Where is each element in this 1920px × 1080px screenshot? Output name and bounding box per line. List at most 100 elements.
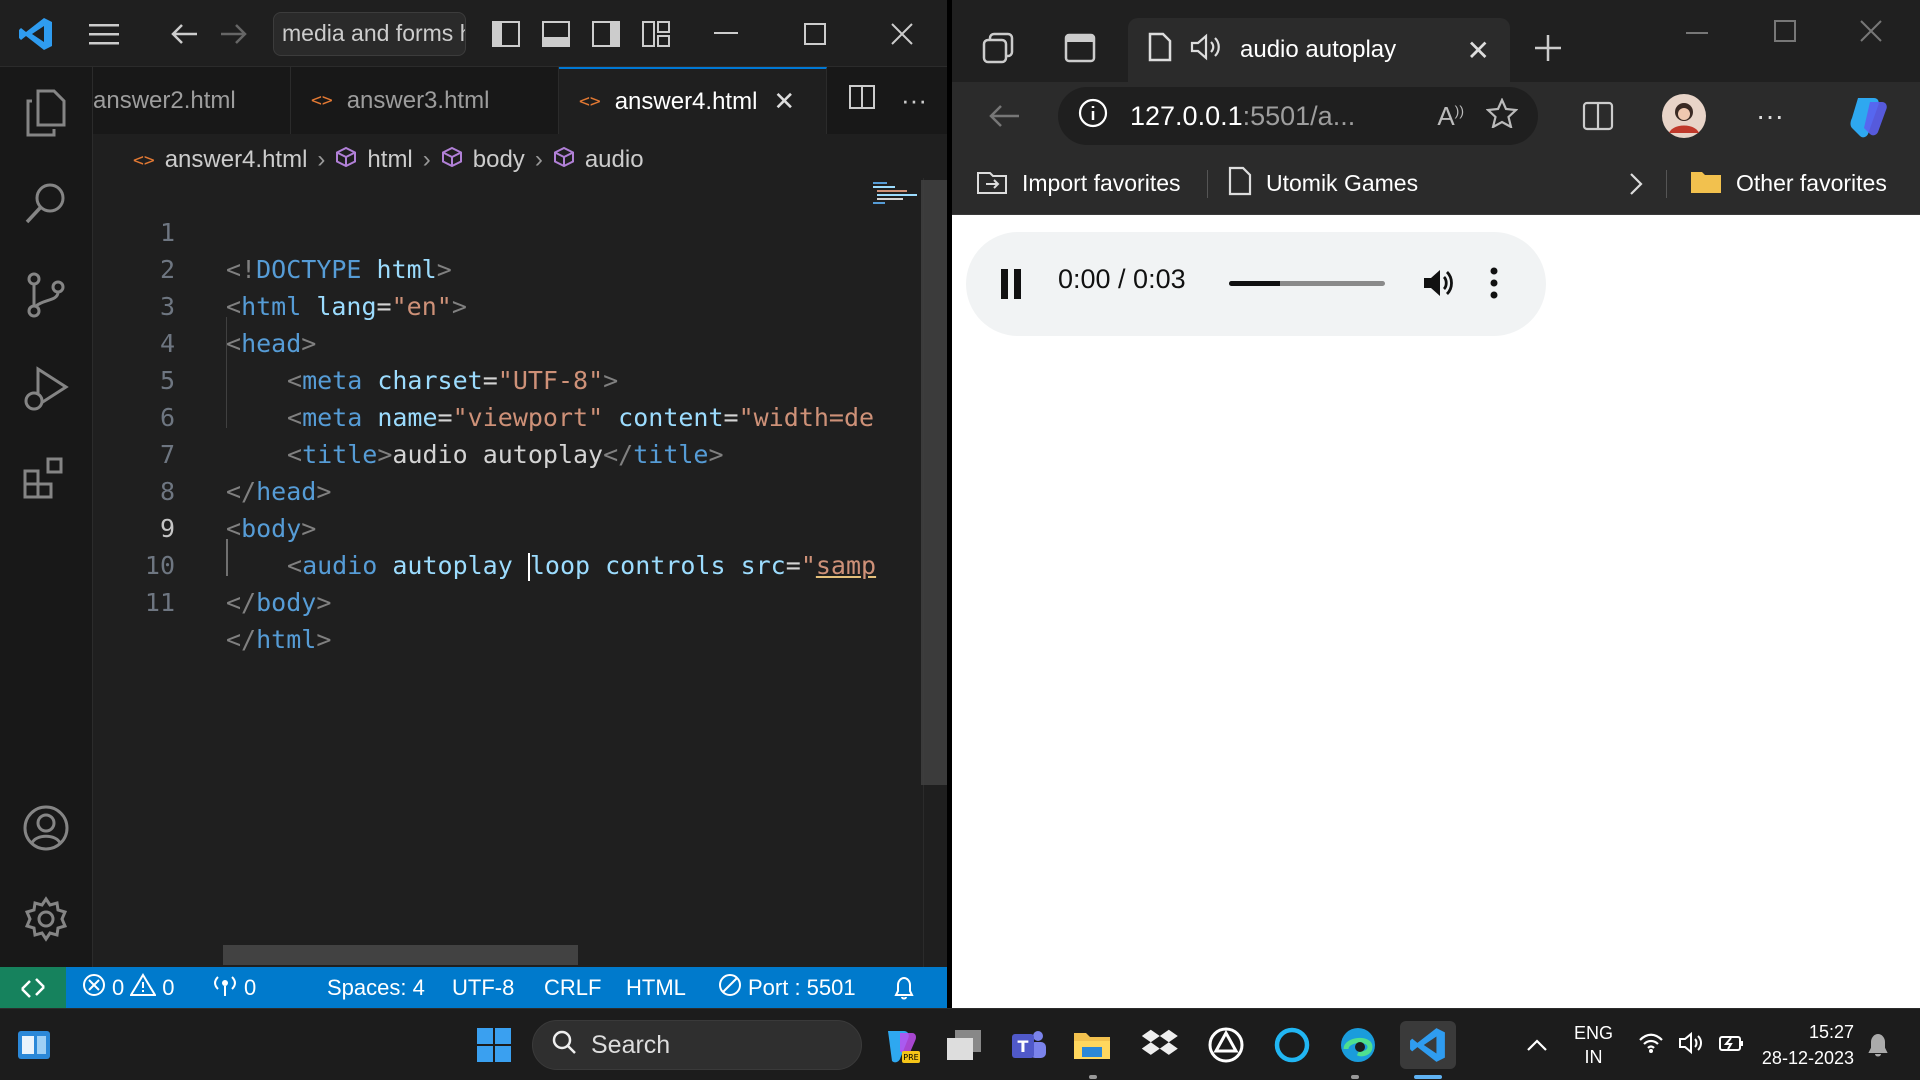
cube-icon: [335, 146, 357, 175]
pause-button[interactable]: [1001, 269, 1023, 299]
tab-answer2[interactable]: answer2.html: [93, 67, 291, 134]
notifications-bell-icon[interactable]: [892, 967, 916, 1008]
audio-seek-bar[interactable]: [1229, 281, 1385, 286]
svg-text:T: T: [1018, 1037, 1029, 1056]
search-placeholder: Search: [591, 1030, 671, 1059]
back-arrow-icon[interactable]: [982, 96, 1026, 136]
close-icon[interactable]: [882, 14, 922, 54]
copilot-icon[interactable]: [1840, 92, 1892, 142]
edge-tab-active[interactable]: audio autoplay ✕: [1128, 18, 1510, 82]
notification-bell-icon[interactable]: [1866, 1009, 1890, 1080]
url-text: 127.0.0.1:5501/a...: [1130, 100, 1356, 131]
favorite-star-icon[interactable]: [1485, 96, 1519, 135]
page-content: 0:00 / 0:03: [952, 216, 1920, 1008]
port-label: Port : 5501: [748, 974, 856, 1000]
toggle-panel-icon[interactable]: [538, 14, 574, 54]
utomik-games-link[interactable]: Utomik Games: [1228, 152, 1418, 215]
tab-close-icon[interactable]: ✕: [1467, 34, 1490, 67]
volume-button[interactable]: [1422, 266, 1456, 305]
split-editor-icon[interactable]: [849, 85, 876, 116]
show-hidden-icons-chevron-icon[interactable]: [1526, 1009, 1548, 1080]
edge-browser-icon[interactable]: [1334, 1021, 1382, 1069]
menu-icon[interactable]: [84, 14, 124, 54]
clock-time: 15:27: [1808, 1022, 1854, 1042]
toggle-primary-sidebar-icon[interactable]: [488, 14, 524, 54]
toggle-secondary-sidebar-icon[interactable]: [588, 14, 624, 54]
language-mode-status[interactable]: HTML: [626, 967, 686, 1008]
input-language-indicator[interactable]: ENG IN: [1574, 1009, 1613, 1080]
tab-close-icon[interactable]: ✕: [773, 86, 795, 117]
source-control-icon[interactable]: [20, 269, 72, 321]
extensions-icon[interactable]: [20, 453, 72, 505]
task-view-icon[interactable]: [940, 1021, 988, 1069]
maximize-icon[interactable]: [1774, 18, 1796, 49]
customize-layout-icon[interactable]: [638, 14, 674, 54]
problems-indicator[interactable]: 0 0: [82, 967, 175, 1008]
vertical-tabs-icon[interactable]: [1058, 26, 1102, 70]
split-screen-icon[interactable]: [1576, 96, 1620, 136]
explorer-icon[interactable]: [20, 87, 72, 139]
vscode-taskbar-icon[interactable]: [1400, 1021, 1456, 1069]
search-icon[interactable]: [20, 177, 72, 229]
editor-area: answer2.html <> answer3.html <> answer4.…: [93, 67, 947, 967]
windows-taskbar: Search PRE T ENG IN 15:27 28-12-2023: [0, 1008, 1920, 1080]
minimize-icon[interactable]: [706, 14, 746, 54]
activity-bar: [0, 67, 93, 967]
minimap[interactable]: [871, 180, 921, 210]
accounts-icon[interactable]: [20, 802, 72, 854]
settings-gear-icon[interactable]: [20, 893, 72, 945]
new-tab-plus-icon[interactable]: [1526, 26, 1570, 70]
start-windows-icon[interactable]: [470, 1021, 518, 1069]
address-bar[interactable]: 127.0.0.1:5501/a... A)): [1058, 87, 1538, 145]
import-favorites-button[interactable]: Import favorites: [976, 152, 1181, 215]
horizontal-scrollbar-thumb[interactable]: [223, 945, 578, 965]
tab-answer3[interactable]: <> answer3.html: [291, 67, 559, 134]
edge-tab-strip: audio autoplay ✕: [952, 0, 1920, 82]
code-line: 8 <body>: [93, 436, 863, 543]
more-actions-icon[interactable]: ···: [901, 85, 927, 116]
breadcrumb-body[interactable]: body: [473, 146, 525, 174]
eol-status[interactable]: CRLF: [544, 967, 601, 1008]
forward-arrow-icon[interactable]: [214, 14, 254, 54]
site-info-icon[interactable]: [1078, 98, 1108, 135]
command-center-search[interactable]: media and forms h: [273, 12, 466, 56]
vertical-scrollbar-thumb[interactable]: [921, 180, 947, 785]
cortana-ring-icon[interactable]: [1268, 1021, 1316, 1069]
tab-answer4[interactable]: <> answer4.html ✕: [559, 67, 827, 134]
code-editor[interactable]: 1 <!DOCTYPE html> 2 <html lang="en"> 3 <…: [93, 177, 876, 654]
read-aloud-icon[interactable]: A)): [1437, 101, 1464, 132]
widgets-icon[interactable]: [10, 1021, 58, 1069]
close-icon[interactable]: [1860, 18, 1882, 49]
teams-icon[interactable]: T: [1004, 1021, 1052, 1069]
favorites-overflow-chevron-icon[interactable]: [1628, 152, 1644, 215]
encoding-status[interactable]: UTF-8: [452, 967, 514, 1008]
maximize-icon[interactable]: [795, 14, 835, 54]
workspaces-icon[interactable]: [976, 26, 1020, 70]
speaker-playing-icon[interactable]: [1190, 33, 1222, 68]
clock[interactable]: 15:27 28-12-2023: [1758, 1009, 1854, 1080]
code-line: 3 <head>: [93, 251, 863, 358]
fav-label: Other favorites: [1736, 170, 1887, 196]
minimize-icon[interactable]: [1686, 18, 1708, 49]
breadcrumb-audio[interactable]: audio: [585, 146, 644, 174]
run-and-debug-icon[interactable]: [20, 363, 72, 415]
code-line: 6 <title>audio autoplay</title>: [93, 362, 863, 469]
dropbox-icon[interactable]: [1136, 1021, 1184, 1069]
more-options-icon[interactable]: [1489, 266, 1499, 305]
system-tray-quick-settings[interactable]: [1638, 1009, 1746, 1080]
ports-indicator[interactable]: 0: [212, 967, 256, 1008]
chatgpt-icon[interactable]: [1202, 1021, 1250, 1069]
file-explorer-icon[interactable]: [1068, 1021, 1116, 1069]
live-server-port-status[interactable]: Port : 5501: [718, 967, 856, 1008]
other-favorites-button[interactable]: Other favorites: [1690, 152, 1887, 215]
copilot-pre-icon[interactable]: PRE: [876, 1021, 924, 1069]
taskbar-search[interactable]: Search: [532, 1020, 862, 1070]
settings-more-icon[interactable]: ···: [1748, 96, 1792, 136]
profile-avatar[interactable]: [1660, 92, 1708, 140]
breadcrumb-html[interactable]: html: [367, 146, 412, 174]
back-arrow-icon[interactable]: [164, 14, 204, 54]
block-icon: [718, 973, 742, 1003]
indentation-status[interactable]: Spaces: 4: [327, 967, 425, 1008]
breadcrumb-file[interactable]: answer4.html: [165, 146, 308, 174]
remote-indicator[interactable]: [0, 967, 66, 1008]
